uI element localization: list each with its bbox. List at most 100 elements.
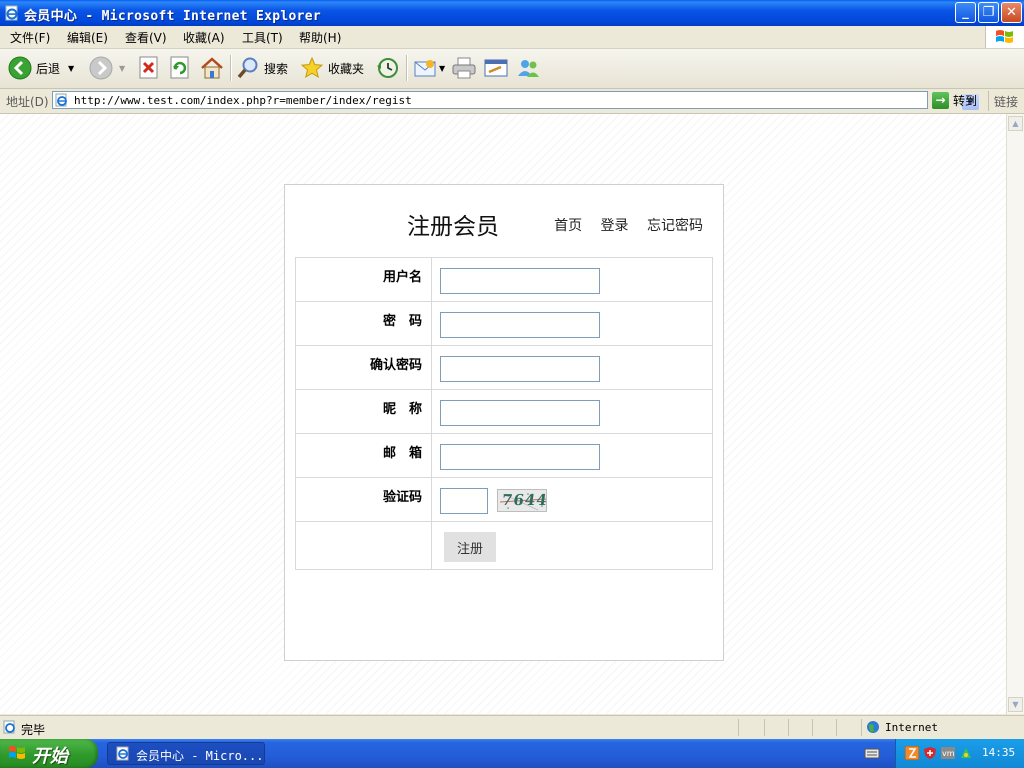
zone-label: Internet xyxy=(885,720,938,734)
taskbar: 开始 会员中心 - Micro... vm 14:35 xyxy=(0,739,1024,768)
back-button[interactable]: 后退 ▼ xyxy=(8,55,74,81)
menu-file[interactable]: 文件(F) xyxy=(10,29,50,46)
edit-page-icon xyxy=(484,59,508,77)
search-button[interactable]: 搜索 xyxy=(236,55,288,81)
system-tray: vm 14:35 xyxy=(895,739,1024,768)
back-arrow-icon xyxy=(8,56,32,80)
minimize-icon: _ xyxy=(962,5,969,20)
address-label: 地址(D) xyxy=(6,95,49,109)
vertical-scrollbar[interactable]: ▲ ▼ xyxy=(1006,114,1024,714)
nav-forgot-password-link[interactable]: 忘记密码 xyxy=(647,218,703,234)
restore-icon: ❐ xyxy=(982,5,995,20)
username-input[interactable] xyxy=(440,268,600,294)
menu-edit[interactable]: 编辑(E) xyxy=(67,29,108,46)
menu-view[interactable]: 查看(V) xyxy=(125,29,167,46)
edit-button[interactable] xyxy=(483,55,509,81)
network-icon[interactable] xyxy=(959,746,973,760)
menu-bar: 文件(F) 编辑(E) 查看(V) 收藏(A) 工具(T) 帮助(H) xyxy=(0,26,1024,49)
captcha-code: 7644 xyxy=(500,491,547,509)
search-icon xyxy=(237,57,258,79)
print-button[interactable] xyxy=(451,55,477,81)
svg-text:vm: vm xyxy=(942,749,955,758)
taskbar-clock[interactable]: 14:35 xyxy=(982,746,1015,759)
forward-arrow-icon xyxy=(89,56,113,80)
form-row-nickname: 昵 称 xyxy=(295,389,713,434)
security-zone[interactable]: Internet xyxy=(866,720,938,734)
nav-home-link[interactable]: 首页 xyxy=(554,218,582,234)
confirm-password-input[interactable] xyxy=(440,356,600,382)
password-label: 密 码 xyxy=(295,301,432,346)
stop-button[interactable] xyxy=(138,55,160,81)
password-input[interactable] xyxy=(440,312,600,338)
close-button[interactable]: ✕ xyxy=(1001,2,1022,23)
menu-help[interactable]: 帮助(H) xyxy=(299,29,341,46)
nav-login-link[interactable]: 登录 xyxy=(601,218,629,234)
messenger-button[interactable] xyxy=(516,55,542,81)
form-row-confirm-password: 确认密码 xyxy=(295,345,713,390)
home-button[interactable] xyxy=(199,55,225,81)
restore-button[interactable]: ❐ xyxy=(978,2,999,23)
scroll-down-button[interactable]: ▼ xyxy=(1008,697,1023,712)
printer-icon xyxy=(452,57,476,79)
scroll-down-icon: ▼ xyxy=(1012,700,1019,709)
home-icon xyxy=(201,57,223,79)
status-divider xyxy=(788,719,789,736)
top-nav: 首页 登录 忘记密码 xyxy=(540,215,703,235)
messenger-users-icon xyxy=(518,60,539,77)
register-button[interactable]: 注册 xyxy=(444,532,496,562)
links-button[interactable]: 链接 xyxy=(994,93,1018,110)
form-row-submit: 注册 xyxy=(295,521,713,570)
refresh-button[interactable] xyxy=(169,55,191,81)
nickname-input[interactable] xyxy=(440,400,600,426)
keyboard-icon[interactable] xyxy=(864,746,880,760)
email-label: 邮 箱 xyxy=(295,433,432,478)
toolbar-separator xyxy=(230,55,232,81)
address-links-divider xyxy=(988,91,989,111)
window-title-bar[interactable]: 会员中心 - Microsoft Internet Explorer _ ❐ ✕ xyxy=(0,0,1024,26)
history-button[interactable] xyxy=(375,55,399,81)
refresh-icon xyxy=(170,56,189,79)
menu-favorites[interactable]: 收藏(A) xyxy=(183,29,225,46)
start-label: 开始 xyxy=(32,746,68,767)
register-form: 用户名 密 码 确认密码 昵 称 邮 箱 验证码 7644 注册 xyxy=(295,257,713,570)
go-button[interactable]: → 转到 xyxy=(932,92,977,109)
scroll-up-button[interactable]: ▲ xyxy=(1008,116,1023,131)
standard-toolbar: 后退 ▼ ▼ 搜索 收藏夹 ▼ xyxy=(0,49,1024,89)
status-divider xyxy=(764,719,765,736)
address-url: http://www.test.com/index.php?r=member/i… xyxy=(74,94,412,107)
ime-icon[interactable] xyxy=(905,746,919,760)
minimize-button[interactable]: _ xyxy=(955,2,976,23)
status-divider xyxy=(812,719,813,736)
window-title: 会员中心 - Microsoft Internet Explorer xyxy=(24,9,321,24)
captcha-input[interactable] xyxy=(440,488,488,514)
form-row-captcha: 验证码 7644 xyxy=(295,477,713,522)
captcha-image[interactable]: 7644 xyxy=(496,489,547,512)
toolbar-separator xyxy=(406,55,408,81)
status-divider xyxy=(861,719,862,736)
username-label: 用户名 xyxy=(295,257,432,302)
register-panel: 注册会员 首页 登录 忘记密码 用户名 密 码 确认密码 昵 称 邮 箱 验证码… xyxy=(284,184,724,661)
windows-flag-icon xyxy=(9,746,25,759)
shield-icon[interactable] xyxy=(923,746,937,760)
go-label: 转到 xyxy=(953,94,978,108)
favorites-button[interactable]: 收藏夹 xyxy=(300,55,364,81)
email-input[interactable] xyxy=(440,444,600,470)
close-icon: ✕ xyxy=(1006,5,1017,20)
forward-dropdown-icon[interactable]: ▼ xyxy=(119,64,125,73)
menu-tools[interactable]: 工具(T) xyxy=(242,29,283,46)
forward-button[interactable]: ▼ xyxy=(89,55,125,81)
start-button[interactable]: 开始 xyxy=(0,739,98,768)
vmware-icon[interactable]: vm xyxy=(941,746,955,760)
confirm-password-label: 确认密码 xyxy=(295,345,432,390)
address-input[interactable]: http://www.test.com/index.php?r=member/i… xyxy=(52,91,979,110)
scroll-up-icon: ▲ xyxy=(1012,119,1019,128)
address-bar: 地址(D) http://www.test.com/index.php?r=me… xyxy=(0,89,1024,114)
form-row-email: 邮 箱 xyxy=(295,433,713,478)
taskbar-item-ie[interactable]: 会员中心 - Micro... xyxy=(107,742,265,765)
mail-icon xyxy=(414,60,436,77)
back-dropdown-icon[interactable]: ▼ xyxy=(68,64,74,73)
nickname-label: 昵 称 xyxy=(295,389,432,434)
page-done-icon xyxy=(3,720,15,734)
mail-dropdown-icon[interactable]: ▼ xyxy=(439,64,445,73)
mail-button[interactable]: ▼ xyxy=(413,55,445,81)
